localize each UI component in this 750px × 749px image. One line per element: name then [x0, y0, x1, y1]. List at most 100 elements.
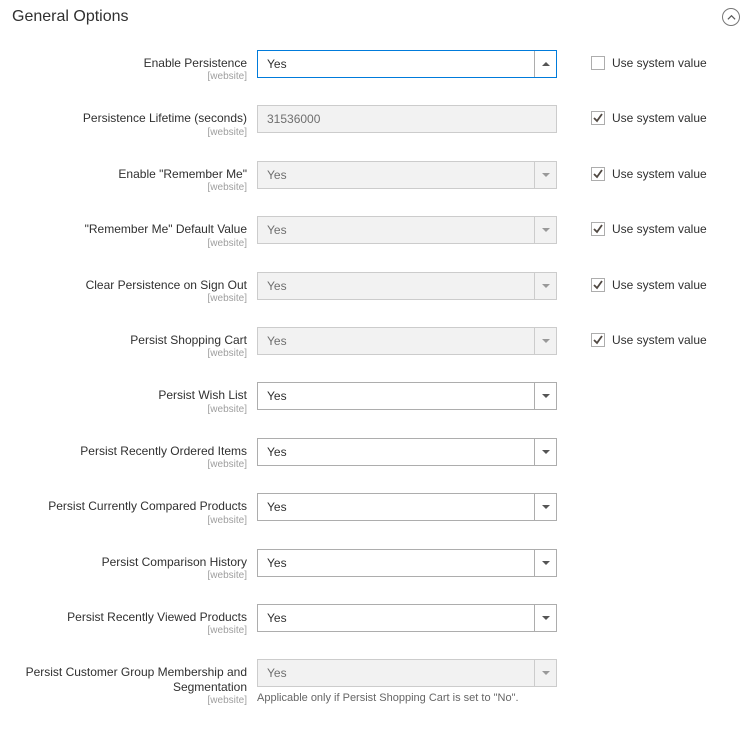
field-scope: [website]: [12, 404, 247, 416]
select-value: Yes: [267, 611, 287, 625]
select-value: Yes: [267, 57, 287, 71]
select-value: Yes: [267, 556, 287, 570]
field-row-persist-group-seg: Persist Customer Group Membership and Se…: [12, 659, 740, 707]
field-control-col: Yes: [257, 438, 557, 466]
use-system-col: Use system value: [557, 216, 707, 236]
field-row-lifetime: Persistence Lifetime (seconds) [website] 3…: [12, 105, 740, 138]
field-row-persist-compare-history: Persist Comparison History[website] Yes: [12, 549, 740, 582]
remember-me-default-select: Yes: [257, 216, 557, 244]
field-scope: [website]: [12, 348, 247, 360]
field-scope: [website]: [12, 459, 247, 471]
field-scope: [website]: [12, 127, 247, 139]
field-label: Persist Recently Viewed Products: [12, 610, 247, 624]
field-label-col: Persist Recently Ordered Items[website]: [12, 438, 257, 471]
chevron-down-icon: [534, 51, 556, 77]
field-control-col: Yes: [257, 161, 557, 189]
select-value: Yes: [267, 500, 287, 514]
chevron-down-icon: [534, 328, 556, 354]
persist-wishlist-select[interactable]: Yes: [257, 382, 557, 410]
field-row-persist-recently-ordered: Persist Recently Ordered Items[website] Y…: [12, 438, 740, 471]
use-system-label: Use system value: [612, 278, 707, 292]
use-system-checkbox[interactable]: [591, 111, 605, 125]
persist-recently-ordered-select[interactable]: Yes: [257, 438, 557, 466]
field-control-col: Yes: [257, 382, 557, 410]
chevron-down-icon: [534, 273, 556, 299]
field-label-col: Persist Wish List [website]: [12, 382, 257, 415]
field-control-col: Yes: [257, 493, 557, 521]
field-scope: [website]: [12, 570, 247, 582]
field-label: Persistence Lifetime (seconds): [12, 111, 247, 125]
select-value: Yes: [267, 445, 287, 459]
field-label-col: Persist Comparison History[website]: [12, 549, 257, 582]
field-control-col: Yes: [257, 604, 557, 632]
remember-me-select: Yes: [257, 161, 557, 189]
use-system-label: Use system value: [612, 167, 707, 181]
field-scope: [website]: [12, 71, 247, 83]
field-control-col: Yes: [257, 327, 557, 355]
section-title: General Options: [12, 8, 129, 26]
use-system-col: Use system value: [557, 105, 707, 125]
field-control-col: Yes: [257, 216, 557, 244]
select-value: Yes: [267, 389, 287, 403]
field-label: Persist Shopping Cart: [12, 333, 247, 347]
use-system-checkbox[interactable]: [591, 56, 605, 70]
field-comment: Applicable only if Persist Shopping Cart…: [257, 691, 557, 705]
persist-cart-select: Yes: [257, 327, 557, 355]
field-row-remember-me-default: "Remember Me" Default Value [website] Yes U…: [12, 216, 740, 249]
field-label-col: Clear Persistence on Sign Out[website]: [12, 272, 257, 305]
field-label: Persist Customer Group Membership and Se…: [12, 665, 247, 694]
field-control-col: Yes: [257, 272, 557, 300]
field-scope: [website]: [12, 238, 247, 250]
field-label: "Remember Me" Default Value: [12, 222, 247, 236]
field-row-remember-me: Enable "Remember Me"[website] Yes Use syst…: [12, 161, 740, 194]
chevron-down-icon: [534, 494, 556, 520]
use-system-checkbox[interactable]: [591, 222, 605, 236]
select-value: Yes: [267, 334, 287, 348]
chevron-down-icon: [534, 550, 556, 576]
field-label-col: Persistence Lifetime (seconds) [website]: [12, 105, 257, 138]
field-label: Enable "Remember Me": [12, 167, 247, 181]
collapse-icon[interactable]: [722, 8, 740, 26]
chevron-down-icon: [534, 217, 556, 243]
use-system-label: Use system value: [612, 333, 707, 347]
chevron-down-icon: [534, 162, 556, 188]
use-system-checkbox[interactable]: [591, 278, 605, 292]
field-scope: [website]: [12, 515, 247, 527]
persist-compared-select[interactable]: Yes: [257, 493, 557, 521]
field-label-col: Persist Customer Group Membership and Se…: [12, 659, 257, 707]
field-label-col: Persist Recently Viewed Products[website…: [12, 604, 257, 637]
use-system-checkbox[interactable]: [591, 333, 605, 347]
persist-group-seg-select: Yes: [257, 659, 557, 687]
field-row-persist-recently-viewed: Persist Recently Viewed Products[website…: [12, 604, 740, 637]
field-scope: [website]: [12, 625, 247, 637]
persist-recently-viewed-select[interactable]: Yes: [257, 604, 557, 632]
chevron-down-icon: [534, 383, 556, 409]
field-label: Persist Currently Compared Products: [12, 499, 247, 513]
select-value: Yes: [267, 168, 287, 182]
select-value: Yes: [267, 666, 287, 680]
use-system-col: Use system value: [557, 161, 707, 181]
chevron-down-icon: [534, 605, 556, 631]
enable-persistence-select[interactable]: Yes: [257, 50, 557, 78]
field-label-col: Enable "Remember Me"[website]: [12, 161, 257, 194]
use-system-label: Use system value: [612, 222, 707, 236]
use-system-label: Use system value: [612, 111, 707, 125]
persist-compare-history-select[interactable]: Yes: [257, 549, 557, 577]
field-label: Enable Persistence: [12, 56, 247, 70]
use-system-checkbox[interactable]: [591, 167, 605, 181]
chevron-down-icon: [534, 660, 556, 686]
field-row-persist-compared: Persist Currently Compared Products [webs…: [12, 493, 740, 526]
use-system-col: Use system value: [557, 327, 707, 347]
field-label: Persist Recently Ordered Items: [12, 444, 247, 458]
field-row-persist-cart: Persist Shopping Cart[website] Yes Use sys…: [12, 327, 740, 360]
field-control-col: 31536000: [257, 105, 557, 133]
section-header: General Options: [12, 8, 740, 26]
select-value: Yes: [267, 223, 287, 237]
general-options-form: Enable Persistence[website]YesUse system…: [12, 50, 740, 707]
use-system-col: Use system value: [557, 50, 707, 70]
field-control-col: Yes: [257, 549, 557, 577]
field-label: Persist Wish List: [12, 388, 247, 402]
field-label-col: Enable Persistence[website]: [12, 50, 257, 83]
chevron-down-icon: [534, 439, 556, 465]
field-scope: [website]: [12, 182, 247, 194]
